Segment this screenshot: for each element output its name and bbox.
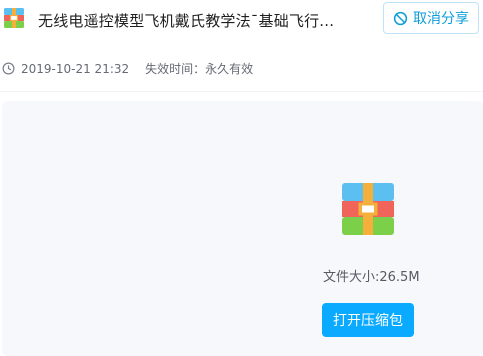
header-divider	[0, 91, 483, 92]
share-meta: 2019-10-21 21:32 失效时间：永久有效	[2, 60, 253, 77]
share-page: 无线电遥控模型飞机戴氏教学法¯基础飞行... 取消分享 2019-10-21 2…	[0, 0, 483, 356]
cancel-share-button[interactable]: 取消分享	[383, 2, 479, 34]
file-panel: 文件大小:26.5M 打开压缩包	[2, 101, 483, 356]
open-archive-button[interactable]: 打开压缩包	[322, 303, 414, 337]
prohibited-icon	[393, 11, 408, 25]
share-timestamp: 2019-10-21 21:32	[21, 61, 130, 76]
share-header: 无线电遥控模型飞机戴氏教学法¯基础飞行... 取消分享 2019-10-21 2…	[0, 0, 483, 92]
cancel-share-label: 取消分享	[413, 11, 469, 27]
archive-icon	[4, 8, 24, 28]
file-title: 无线电遥控模型飞机戴氏教学法¯基础飞行...	[38, 12, 335, 30]
clock-icon	[2, 62, 15, 75]
expire-label: 失效时间：永久有效	[145, 62, 254, 76]
archive-icon	[342, 183, 394, 235]
file-size-label: 文件大小:26.5M	[323, 270, 420, 285]
